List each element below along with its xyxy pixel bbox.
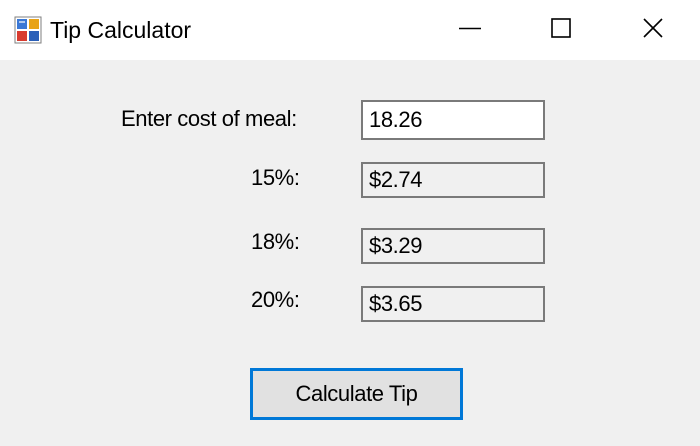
maximize-icon xyxy=(551,18,571,38)
tip-18-label: 18%: xyxy=(251,229,300,254)
window-title: Tip Calculator xyxy=(50,17,192,43)
tip-15-output: $2.74 xyxy=(361,162,545,198)
close-button[interactable] xyxy=(608,0,700,60)
meal-cost-input[interactable]: 18.26 xyxy=(361,100,545,140)
close-icon xyxy=(643,18,663,38)
maximize-button[interactable] xyxy=(516,0,608,60)
minimize-icon xyxy=(459,27,481,30)
tip-20-output: $3.65 xyxy=(361,286,545,322)
tip-15-label: 15%: xyxy=(251,165,300,190)
minimize-button[interactable] xyxy=(424,0,516,60)
tip-18-output: $3.29 xyxy=(361,228,545,264)
tip-20-label: 20%: xyxy=(251,287,300,312)
meal-cost-label: Enter cost of meal: xyxy=(121,106,297,131)
title-bar[interactable]: Tip Calculator xyxy=(0,0,700,60)
calculate-tip-button[interactable]: Calculate Tip xyxy=(250,368,463,420)
app-icon xyxy=(14,16,42,44)
